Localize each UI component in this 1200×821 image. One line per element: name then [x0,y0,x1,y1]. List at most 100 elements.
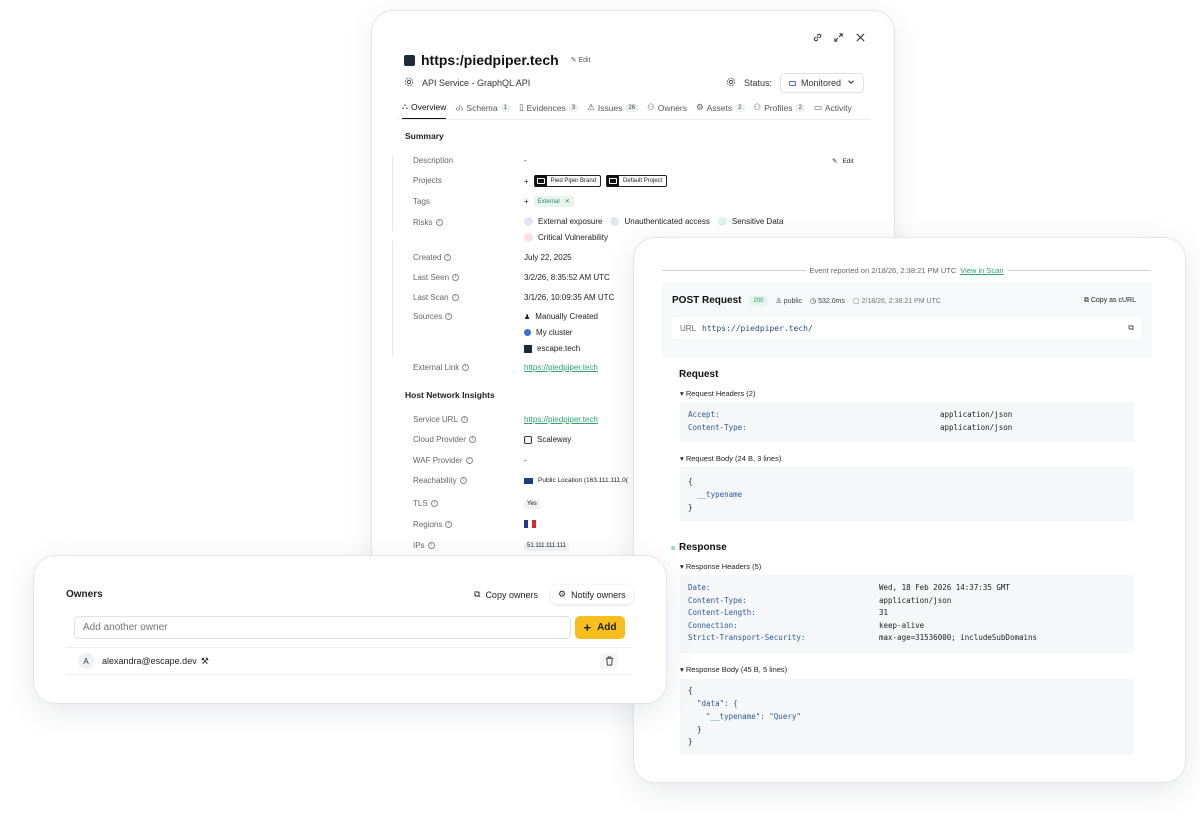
status-code-badge: 200 [749,295,768,306]
plus-icon: + [583,620,592,635]
owner-email: alexandra@escape.dev ⚒ [102,655,209,667]
project-chip[interactable]: Pied Piper Brand [533,175,602,187]
tags-label: Tags [413,197,430,206]
tags-list: + External ✕ [524,196,574,207]
header-value: 31 [879,608,889,617]
last-seen-label: Last Seen i [413,273,460,282]
risk-item: External exposure [524,217,602,226]
tab-issues[interactable]: ⚠ Issues 26 [587,101,639,120]
users-icon: ⚇ [647,102,655,112]
reachability-value: Public Location (163.111.111.0( [524,477,628,484]
tab-profiles[interactable]: ⚇ Profiles 2 [754,101,805,120]
vulnerability-icon [524,233,533,242]
close-icon[interactable] [855,31,866,46]
copy-url-icon[interactable]: ⧉ [1128,323,1134,333]
copy-as-curl-button[interactable]: ⧉ Copy as cURL [1084,297,1136,305]
notify-owners-button[interactable]: ⚙ Notify owners [551,585,633,604]
url-label: URL [680,323,697,333]
view-in-scan-link[interactable]: View in Scan [960,266,1003,275]
divider [1007,270,1151,271]
code-line: } [688,503,693,512]
header-key: Date: [688,583,711,592]
request-headers-toggle[interactable]: ▾ Request Headers (2) [680,389,755,398]
remove-tag-icon[interactable]: ✕ [565,198,570,205]
header-value: keep-alive [879,620,925,630]
trash-icon[interactable] [600,653,618,669]
header-key: Content-Type: [688,595,747,605]
person-icon: ♙ [775,297,782,305]
escape-logo-icon [524,344,532,353]
add-project-icon[interactable]: + [524,177,529,186]
copy-owners-button[interactable]: ⧉ Copy owners [467,585,545,604]
status-select[interactable]: Monitored [780,73,865,93]
description-label: Description [413,156,454,165]
asset-type-label: API Service - GraphQL API [422,78,531,88]
tab-activity[interactable]: ▭ Activity [814,101,852,120]
info-icon: i [444,254,452,261]
exposure-icon [524,217,533,226]
overview-icon: ⛬ [402,101,408,111]
risks-list: External exposure Unauthenticated access… [524,217,783,226]
status-gear-icon [726,77,736,89]
projects-list: + Pied Piper Brand Default Project [524,175,668,187]
edit-title-button[interactable]: ✎ Edit [571,56,591,64]
link-icon[interactable] [812,31,823,46]
tab-divider [398,119,870,120]
request-body-box: { __typename } [680,467,1134,521]
code-icon: ‹/› [455,102,464,113]
response-body-toggle[interactable]: ▾ Response Body (45 B, 5 lines) [680,665,787,674]
info-icon: i [445,313,453,320]
tab-evidences[interactable]: ▯ Evidences 3 [519,101,579,120]
divider [662,270,806,271]
timestamp: ▢ 2/18/26, 2:38:21 PM UTC [852,297,941,305]
tab-owners[interactable]: ⚇ Owners [647,101,687,120]
header-value: application/json [879,595,952,605]
response-headers-box: Date: Wed, 18 Feb 2026 14:37:35 GMT Cont… [680,575,1134,653]
asset-url-title: https:/piedpiper.tech [421,52,559,68]
tab-overview[interactable]: ⛬ Overview [402,101,447,120]
service-url-link[interactable]: https://piedpiper.tech [524,415,598,424]
tools-icon: ⚒ [200,655,209,666]
status-label: Status: [744,78,773,88]
response-body-box: { "data": { "__typename": "Query" } } [680,679,1134,755]
request-body-toggle[interactable]: ▾ Request Body (24 B, 3 lines) [680,454,781,463]
project-chip[interactable]: Default Project [606,175,668,187]
cluster-icon [524,329,531,336]
service-url-label: Service URL i [413,415,468,424]
request-method: POST Request [672,295,742,306]
external-link[interactable]: https://piedpiper.tech [524,363,598,372]
info-icon: i [445,521,453,528]
add-owner-button[interactable]: + Add [575,616,625,639]
last-scan-value: 3/1/26, 10:09:35 AM UTC [524,293,615,302]
source-item: escape.tech [524,344,580,353]
unauth-icon [610,217,620,226]
expand-icon[interactable] [833,31,844,46]
scroll-guide [392,156,393,231]
ips-label: IPs i [413,541,435,550]
copy-icon: ⧉ [1083,297,1089,304]
summary-heading: Summary [405,131,444,141]
host-network-heading: Host Network Insights [405,390,495,400]
info-icon: i [462,364,470,371]
ips-value: 51.111.111.111 [524,541,570,551]
response-dot-icon [671,546,675,550]
add-tag-icon[interactable]: + [524,197,529,206]
created-value: July 22, 2025 [524,253,572,262]
tab-assets[interactable]: ⚙ Assets 2 [696,101,745,120]
response-heading: Response [679,542,727,553]
sensitive-data-icon [717,217,727,226]
add-owner-input[interactable] [74,616,571,639]
url-value: https://piedpiper.tech/ [702,323,813,333]
tab-schema[interactable]: ‹/› Schema 1 [455,101,510,120]
asset-logo-icon [404,54,415,66]
clock-icon: ◷ [810,297,817,305]
info-icon: i [459,477,467,484]
projects-label: Projects [413,176,442,185]
header-value: Wed, 18 Feb 2026 14:37:35 GMT [879,583,1010,592]
tag-chip[interactable]: External ✕ [533,196,574,207]
code-line: } [688,737,693,746]
response-headers-toggle[interactable]: ▾ Response Headers (5) [680,562,761,571]
edit-description-button[interactable]: ✎ Edit [832,157,854,166]
asset-type-line: API Service - GraphQL API [404,77,530,89]
duration: ◷ 532.0ms [810,297,845,305]
